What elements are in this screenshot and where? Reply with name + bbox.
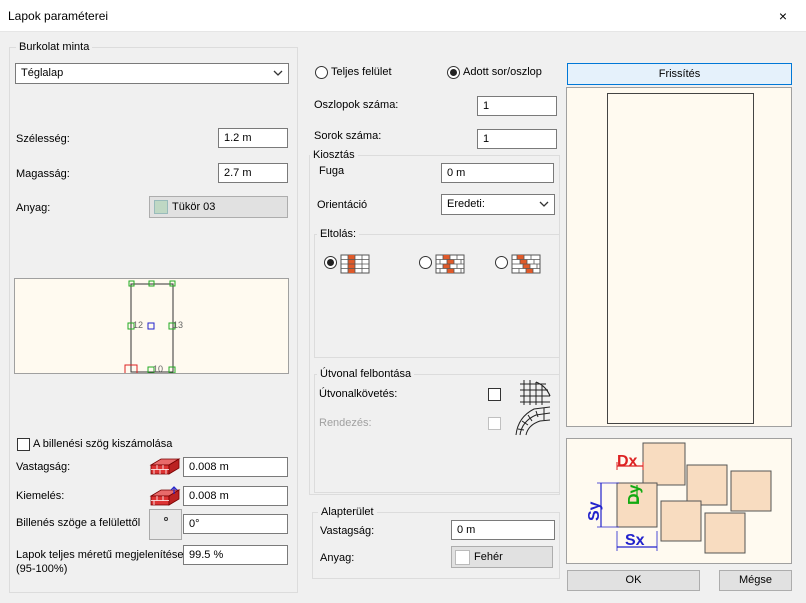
offset-group	[314, 234, 560, 358]
orientation-label: Orientáció	[317, 199, 368, 211]
brick-thickness-icon	[149, 458, 181, 475]
brick-offset-none-icon	[340, 254, 370, 274]
base-material-button[interactable]: Fehér	[451, 546, 553, 568]
offset-step-radio[interactable]	[495, 256, 508, 269]
material-label: Anyag:	[16, 202, 51, 214]
close-button[interactable]: ×	[760, 0, 806, 32]
close-icon: ×	[778, 8, 788, 24]
sy-label: Sy	[586, 501, 603, 521]
path-arc-icon	[515, 406, 551, 436]
arrange-label: Rendezés:	[319, 417, 372, 429]
path-group-label: Útvonal felbontása	[317, 368, 415, 380]
material-swatch	[154, 200, 168, 214]
full-surface-label: Teljes felület	[331, 66, 392, 78]
offset-group-label: Eltolás:	[317, 228, 360, 240]
orientation-value: Eredeti:	[447, 198, 485, 210]
given-row-col-radio[interactable]	[447, 66, 460, 79]
joint-field[interactable]: 0 m	[441, 163, 554, 183]
brick-offset-step-icon	[511, 254, 541, 274]
cancel-button[interactable]: Mégse	[719, 570, 792, 591]
width-label: Szélesség:	[16, 133, 70, 145]
height-field[interactable]: 2.7 m	[218, 163, 288, 183]
columns-field[interactable]: 1	[477, 96, 557, 116]
brick-raise-icon	[149, 486, 181, 506]
full-surface-radio[interactable]	[315, 66, 328, 79]
result-preview	[566, 87, 792, 427]
raise-label: Kiemelés:	[16, 490, 65, 502]
tile-outline	[607, 93, 754, 424]
columns-label: Oszlopok száma:	[314, 99, 399, 111]
path-follow-label: Útvonalkövetés:	[319, 388, 398, 400]
preview-label-12: 12	[133, 320, 143, 330]
pattern-preview: 12 13 10	[14, 278, 289, 374]
thickness-field[interactable]: 0.008 m	[183, 457, 288, 477]
raise-field[interactable]: 0.008 m	[183, 486, 288, 506]
offset-diagram: Dx Dy Sy Sx	[566, 438, 792, 564]
tilt-checkbox-label: A billenési szög kiszámolása	[33, 438, 173, 450]
dx-label: Dx	[617, 453, 638, 470]
full-size-field[interactable]: 99.5 %	[183, 545, 288, 565]
base-thickness-field[interactable]: 0 m	[451, 520, 555, 540]
pattern-group-label: Burkolat minta	[16, 41, 93, 53]
base-thickness-label: Vastagság:	[320, 525, 375, 537]
offset-none-radio[interactable]	[324, 256, 337, 269]
dot-icon	[164, 517, 168, 521]
dy-label: Dy	[626, 484, 643, 505]
tilt-angle-picker[interactable]	[149, 509, 182, 540]
base-material-label: Anyag:	[320, 552, 355, 564]
preview-label-13: 13	[173, 320, 183, 330]
height-label: Magasság:	[16, 168, 70, 180]
joint-label: Fuga	[319, 165, 345, 177]
refresh-button[interactable]: Frissítés	[567, 63, 792, 85]
base-material-swatch	[455, 550, 470, 565]
offset-half-radio[interactable]	[419, 256, 432, 269]
path-grid-icon	[520, 380, 551, 405]
base-material-value: Fehér	[474, 551, 503, 563]
tilt-angle-field[interactable]: 0°	[183, 514, 288, 534]
full-size-label: Lapok teljes méretű megjelenítése	[16, 549, 184, 561]
orientation-select[interactable]: Eredeti:	[441, 194, 555, 215]
chevron-down-icon	[273, 70, 283, 76]
rows-field[interactable]: 1	[477, 129, 557, 149]
title-bar: Lapok paraméterei ×	[0, 0, 806, 32]
sx-label: Sx	[625, 532, 645, 549]
offset-diagram-drawing: Dx Dy Sy Sx	[586, 442, 772, 554]
layout-group-label: Kiosztás	[310, 149, 358, 161]
pattern-select[interactable]: Téglalap	[15, 63, 289, 84]
pattern-select-value: Téglalap	[21, 67, 64, 79]
window-title: Lapok paraméterei	[8, 9, 109, 23]
material-value: Tükör 03	[172, 201, 216, 213]
base-group-label: Alapterület	[318, 506, 377, 518]
tile-preview-drawing: 12 13 10	[124, 280, 183, 374]
material-button[interactable]: Tükör 03	[149, 196, 288, 218]
chevron-down-icon	[539, 201, 549, 207]
brick-offset-half-icon	[435, 254, 465, 274]
arrange-checkbox[interactable]	[488, 417, 501, 430]
given-row-col-label: Adott sor/oszlop	[463, 66, 542, 78]
ok-button[interactable]: OK	[567, 570, 700, 591]
rows-label: Sorok száma:	[314, 130, 382, 142]
tilt-checkbox[interactable]	[17, 438, 30, 451]
preview-label-10: 10	[153, 364, 163, 374]
width-field[interactable]: 1.2 m	[218, 128, 288, 148]
path-follow-checkbox[interactable]	[488, 388, 501, 401]
tilt-angle-label: Billenés szöge a felülettől	[16, 517, 141, 529]
full-size-range-label: (95-100%)	[16, 563, 68, 575]
thickness-label: Vastagság:	[16, 461, 71, 473]
